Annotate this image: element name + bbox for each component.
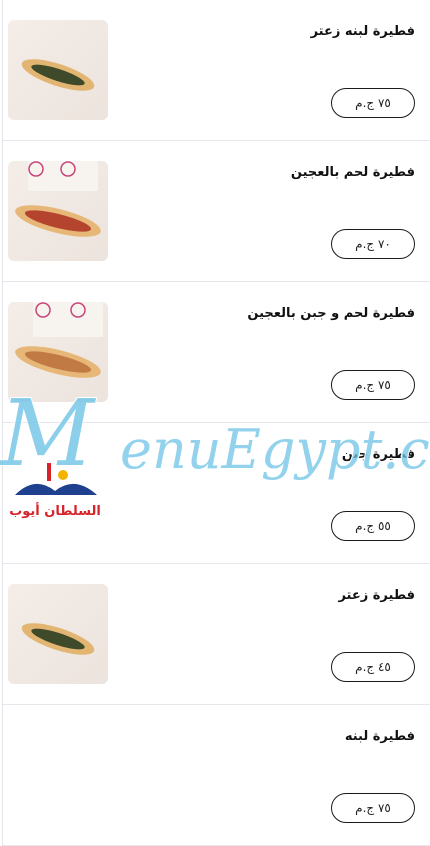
price-button[interactable]: ٧٥ ج.م (331, 88, 415, 118)
menu-item[interactable]: فطيرة لحم بالعجين ٧٠ ج.م (3, 141, 430, 282)
price-button[interactable]: ٤٥ ج.م (331, 652, 415, 682)
item-image (8, 302, 108, 402)
price-button[interactable]: ٥٥ ج.م (331, 511, 415, 541)
price-button[interactable]: ٧٥ ج.م (331, 370, 415, 400)
item-image (8, 20, 108, 120)
item-name: فطيرة لحم و جبن بالعجين (247, 306, 415, 321)
item-image (8, 584, 108, 684)
menu-item[interactable]: فطيرة لبنه ٧٥ ج.م (3, 705, 430, 846)
menu-item[interactable]: فطيرة لبنه زعتر ٧٥ ج.م (3, 0, 430, 141)
menu-list: فطيرة لبنه زعتر ٧٥ ج.م فطيرة لحم بالعجين… (2, 0, 430, 846)
item-name: فطيرة لبنه (344, 729, 415, 744)
menu-item[interactable]: فطيرة لحم و جبن بالعجين ٧٥ ج.م (3, 282, 430, 423)
item-name: فطيرة لبنه زعتر (310, 24, 415, 39)
logo-text: السلطان أيوب (9, 502, 101, 519)
restaurant-logo: السلطان أيوب (5, 445, 105, 540)
menu-item[interactable]: فطيرة زعتر ٤٥ ج.م (3, 564, 430, 705)
item-image (8, 161, 108, 261)
price-button[interactable]: ٧٥ ج.م (331, 793, 415, 823)
price-button[interactable]: ٧٠ ج.م (331, 229, 415, 259)
item-name: فطيرة زعتر (338, 588, 415, 603)
item-name: فطيرة لحم بالعجين (290, 165, 415, 180)
item-name: فطيرة جبن (341, 447, 415, 462)
